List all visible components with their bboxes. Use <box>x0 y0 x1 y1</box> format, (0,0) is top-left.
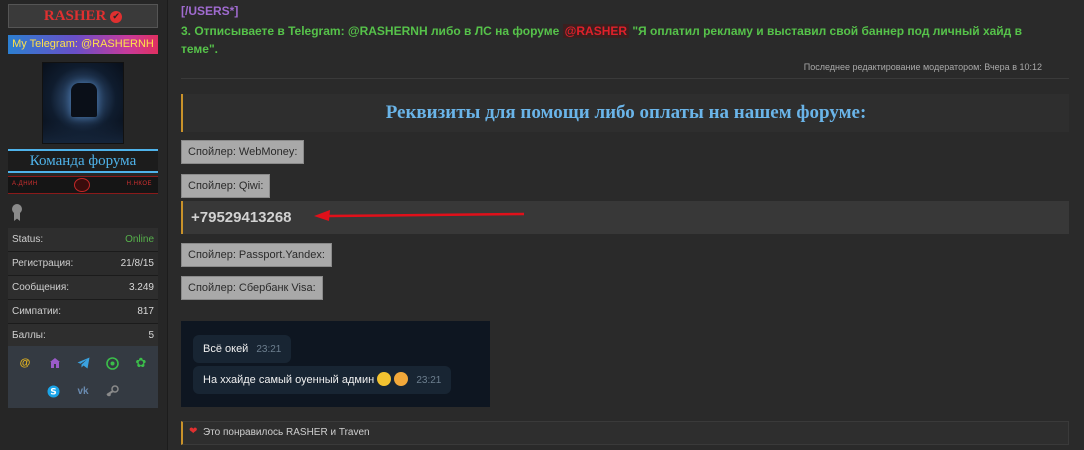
instruction-text-start: 3. Отписываете в Telegram: @RASHERNH либ… <box>181 24 563 38</box>
avatar[interactable] <box>42 62 124 144</box>
red-arrow-icon <box>314 210 525 221</box>
chat-message: На ххайде самый оуенный админ 23:21 <box>193 366 452 394</box>
award-icon[interactable] <box>12 204 22 214</box>
spoiler-yandex-button[interactable]: Спойлер: Passport.Yandex: <box>181 243 332 267</box>
verified-icon: ✔ <box>110 11 123 23</box>
telegram-icon[interactable] <box>76 356 90 370</box>
edited-note: Последнее редактирование модератором: Вч… <box>803 62 1042 72</box>
stat-row-points: Баллы: 5 <box>8 324 158 348</box>
spoiler-qiwi-button[interactable]: Спойлер: Qiwi: <box>181 174 271 198</box>
stat-label: Регистрация: <box>12 258 74 269</box>
telegram-link[interactable]: My Telegram: @RASHERNH <box>8 35 158 54</box>
chat-message: Всё окей 23:21 <box>193 335 292 363</box>
spoiler-webmoney-button[interactable]: Спойлер: WebMoney: <box>181 140 305 164</box>
likes-text[interactable]: Это понравилось RASHER и Traven <box>203 427 370 438</box>
banner-logo-icon <box>74 178 90 192</box>
stat-row-likes: Симпатии: 817 <box>8 300 158 324</box>
vk-icon[interactable]: vk <box>76 384 90 398</box>
steam-icon[interactable] <box>105 384 119 398</box>
divider <box>181 78 1069 79</box>
home-icon[interactable] <box>48 356 62 370</box>
stat-row-status: Status: Online <box>8 228 158 252</box>
team-title: Команда форума <box>8 149 158 173</box>
chat-message-time: 23:21 <box>256 344 282 355</box>
spoiler-sberbank-button[interactable]: Спойлер: Сбербанк Visa: <box>181 276 323 300</box>
skype-icon[interactable]: S <box>46 384 60 398</box>
stat-value[interactable]: 5 <box>148 330 154 341</box>
banner-right-text: Н.НКОЕ <box>126 181 152 187</box>
svg-text:S: S <box>50 387 56 397</box>
user-stats: Status: Online Регистрация: 21/8/15 Сооб… <box>8 228 158 348</box>
social-icons: @ ✿ S vk <box>8 346 158 408</box>
stat-value[interactable]: 3.249 <box>129 282 154 293</box>
at-icon[interactable]: @ <box>18 356 32 370</box>
instruction-text: 3. Отписываете в Telegram: @RASHERNH либ… <box>181 22 1061 58</box>
chat-message-text: На ххайде самый оуенный админ <box>203 374 375 386</box>
heart-icon: ❤ <box>189 426 198 437</box>
icq-icon[interactable]: ✿ <box>134 355 148 370</box>
chat-message-time: 23:21 <box>416 375 442 386</box>
username[interactable]: RASHER ✔ <box>8 4 158 28</box>
stat-row-registration: Регистрация: 21/8/15 <box>8 252 158 276</box>
stat-value: 817 <box>137 306 154 317</box>
stat-label: Сообщения: <box>12 282 70 293</box>
stat-label: Баллы: <box>12 330 46 341</box>
user-mention-link[interactable]: @RASHER <box>562 24 630 38</box>
stat-label: Симпатии: <box>12 306 61 317</box>
stat-value: Online <box>125 234 154 245</box>
thumbs-up-icon <box>377 372 392 386</box>
user-sidebar: RASHER ✔ My Telegram: @RASHERNH Команда … <box>0 0 168 450</box>
banner-left-text: А.ДНИН <box>12 181 38 187</box>
post-content: [/USERS*] 3. Отписываете в Telegram: @RA… <box>169 0 1084 450</box>
users-tag: [/USERS*] <box>181 4 239 18</box>
stat-label: Status: <box>12 234 44 245</box>
user-banner: А.ДНИН Н.НКОЕ <box>8 176 158 194</box>
whatsapp-icon[interactable] <box>105 356 119 370</box>
chat-screenshot: Всё окей 23:21 На ххайде самый оуенный ад… <box>181 321 490 407</box>
likes-bar: ❤ Это понравилось RASHER и Traven <box>181 421 1069 445</box>
stat-row-messages: Сообщения: 3.249 <box>8 276 158 300</box>
smiling-face-icon <box>394 372 409 386</box>
chat-message-text: Всё окей <box>203 343 249 355</box>
stat-value: 21/8/15 <box>120 258 154 269</box>
requisites-title: Реквизиты для помощи либо оплаты на наше… <box>181 94 1069 132</box>
username-text[interactable]: RASHER <box>44 8 107 24</box>
phone-number: +79529413268 <box>191 209 292 226</box>
